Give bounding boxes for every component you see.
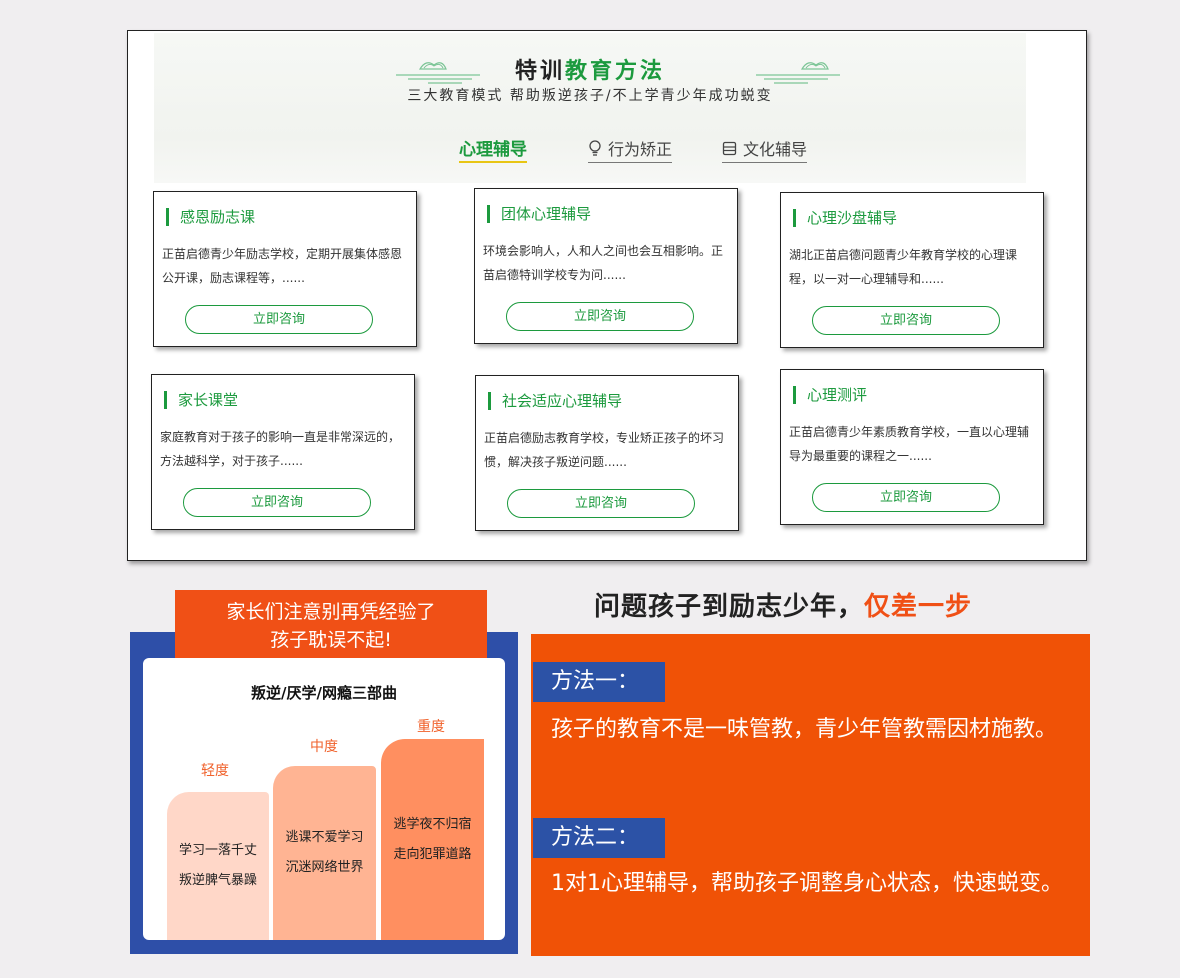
course-card: 家长课堂 家庭教育对于孩子的影响一直是非常深远的，方法越科学，对于孩子.....… — [151, 374, 415, 530]
education-methods-panel: 特训教育方法 三大教育模式 帮助叛逆孩子/不上学青少年成功蜕变 心理辅导 行为矫… — [127, 30, 1087, 561]
method-label: 方法二： — [533, 818, 665, 858]
tab-psychological-counseling[interactable]: 心理辅导 — [459, 137, 527, 163]
stair-step-moderate: 逃课不爱学习 沉迷网络世界 — [273, 766, 376, 940]
level-label-severe: 重度 — [417, 719, 445, 735]
consult-button[interactable]: 立即咨询 — [507, 489, 695, 518]
method-tabs: 心理辅导 行为矫正 文化辅导 — [154, 137, 1026, 169]
card-description: 正苗启德青少年励志学校，定期开展集体感恩公开课，励志课程等，...... — [162, 247, 403, 285]
card-description: 湖北正苗启德问题青少年教育学校的心理课程，以一对一心理辅导和...... — [789, 248, 1018, 286]
title-part2: 教育方法 — [565, 59, 666, 84]
title-part1: 特训 — [514, 59, 565, 84]
level-label-moderate: 中度 — [310, 739, 338, 755]
card-description: 环境会影响人，人和人之间也会互相影响。正苗启德特训学校专为问...... — [483, 244, 724, 282]
stair-step-mild: 学习一落千丈 叛逆脾气暴躁 — [167, 792, 269, 940]
card-title: 家长课堂 — [164, 391, 238, 409]
step-text: 学习一落千丈 — [178, 843, 257, 858]
card-title: 心理测评 — [793, 386, 867, 404]
level-label-mild: 轻度 — [201, 763, 229, 779]
card-title: 社会适应心理辅导 — [488, 392, 622, 410]
section-subtitle: 三大教育模式 帮助叛逆孩子/不上学青少年成功蜕变 — [407, 88, 773, 104]
stair-title: 叛逆/厌学/网瘾三部曲 — [251, 684, 397, 702]
card-description: 正苗启德励志教育学校，专业矫正孩子的坏习惯，解决孩子叛逆问题...... — [484, 431, 725, 469]
section-title: 特训教育方法 — [154, 53, 1026, 85]
stair-diagram: 叛逆/厌学/网瘾三部曲 轻度 中度 重度 学习一落千丈 叛逆脾气暴躁 逃课不爱学… — [143, 658, 505, 940]
stair-step-severe: 逃学夜不归宿 走向犯罪道路 — [381, 739, 484, 940]
tab-label: 心理辅导 — [459, 140, 527, 160]
book-icon — [722, 141, 737, 155]
step-text: 逃学夜不归宿 — [393, 816, 472, 832]
bulb-icon — [589, 140, 601, 156]
step-text: 走向犯罪道路 — [393, 846, 472, 862]
course-card: 心理测评 正苗启德青少年素质教育学校，一直以心理辅导为最重要的课程之一.....… — [780, 369, 1044, 525]
card-title: 心理沙盘辅导 — [793, 209, 897, 227]
step-text: 叛逆脾气暴躁 — [178, 873, 257, 888]
cloud-ornament-right — [756, 62, 840, 84]
card-title: 感恩励志课 — [166, 208, 255, 226]
step-text: 沉迷网络世界 — [285, 860, 364, 875]
tab-label: 行为矫正 — [608, 140, 673, 159]
headline-part1: 问题孩子到励志少年， — [594, 592, 865, 622]
consult-button[interactable]: 立即咨询 — [812, 306, 1000, 335]
card-description: 正苗启德青少年素质教育学校，一直以心理辅导为最重要的课程之一...... — [789, 425, 1030, 463]
course-card: 社会适应心理辅导 正苗启德励志教育学校，专业矫正孩子的坏习惯，解决孩子叛逆问题.… — [475, 375, 739, 531]
tab-label: 文化辅导 — [743, 140, 808, 159]
method-text: 1对1心理辅导，帮助孩子调整身心状态，快速蜕变。 — [551, 871, 1063, 896]
course-card: 心理沙盘辅导 湖北正苗启德问题青少年教育学校的心理课程，以一对一心理辅导和...… — [780, 192, 1044, 348]
header-band: 特训教育方法 三大教育模式 帮助叛逆孩子/不上学青少年成功蜕变 心理辅导 行为矫… — [154, 33, 1026, 183]
consult-button[interactable]: 立即咨询 — [183, 488, 371, 517]
tab-behavior-correction[interactable]: 行为矫正 — [588, 137, 673, 163]
course-card: 团体心理辅导 环境会影响人，人和人之间也会互相影响。正苗启德特训学校专为问...… — [474, 188, 738, 344]
headline-highlight: 仅差一步 — [864, 592, 973, 622]
course-card: 感恩励志课 正苗启德青少年励志学校，定期开展集体感恩公开课，励志课程等，....… — [153, 191, 417, 347]
warning-line1: 家长们注意别再凭经验了 — [226, 601, 436, 623]
tab-cultural-tutoring[interactable]: 文化辅导 — [722, 137, 808, 163]
method-label: 方法一： — [533, 662, 665, 702]
card-title: 团体心理辅导 — [487, 205, 591, 223]
method-text: 孩子的教育不是一味管教，青少年管教需因材施教。 — [551, 717, 1058, 742]
warning-banner: 家长们注意别再凭经验了 孩子耽误不起! — [175, 590, 487, 662]
methods-panel: 方法一： 孩子的教育不是一味管教，青少年管教需因材施教。 方法二： 1对1心理辅… — [531, 634, 1090, 956]
consult-button[interactable]: 立即咨询 — [812, 483, 1000, 512]
card-description: 家庭教育对于孩子的影响一直是非常深远的，方法越科学，对于孩子...... — [160, 430, 401, 468]
warning-line2: 孩子耽误不起! — [270, 629, 392, 651]
step-text: 逃课不爱学习 — [285, 830, 364, 845]
consult-button[interactable]: 立即咨询 — [185, 305, 373, 334]
headline: 问题孩子到励志少年，仅差一步 — [594, 586, 972, 623]
consult-button[interactable]: 立即咨询 — [506, 302, 694, 331]
